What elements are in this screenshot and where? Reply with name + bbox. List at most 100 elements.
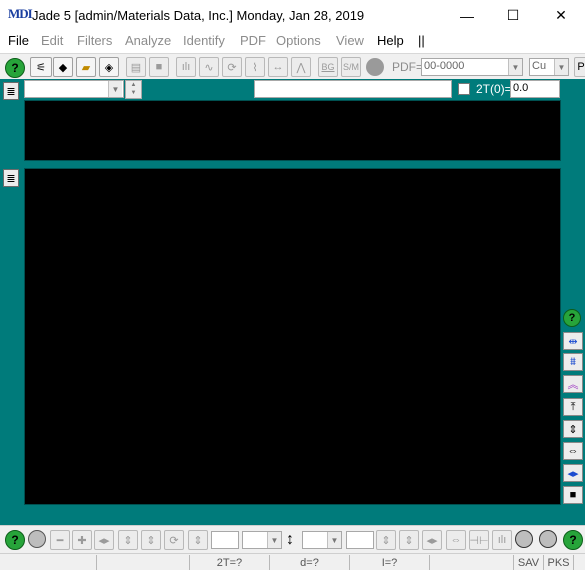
bars-button[interactable]: ılı bbox=[492, 530, 512, 550]
background-button[interactable]: BG bbox=[318, 57, 338, 77]
up-down-button[interactable]: ⇕ bbox=[118, 530, 138, 550]
help-icon: ? bbox=[5, 58, 25, 78]
minus-icon: ━ bbox=[56, 534, 64, 547]
scan-icon: ⚟ bbox=[36, 61, 46, 74]
menu-edit[interactable]: Edit bbox=[41, 33, 63, 48]
open-file-button[interactable]: ▰ bbox=[76, 57, 96, 77]
peaks-button[interactable]: ⋀ bbox=[291, 57, 311, 77]
stop-square-icon: ■ bbox=[155, 61, 163, 73]
peak-bars-button[interactable]: ılı bbox=[176, 57, 196, 77]
expand-arrows-icon: ◂▸ bbox=[567, 467, 579, 480]
right-help-button[interactable]: ? bbox=[563, 309, 583, 329]
info-text-field[interactable] bbox=[254, 80, 452, 98]
help-button[interactable]: ? bbox=[5, 58, 25, 78]
target-button-2[interactable] bbox=[515, 530, 533, 548]
disc-button[interactable] bbox=[366, 58, 384, 76]
pattern-dropdown-arrow-icon[interactable]: ▼ bbox=[108, 81, 122, 97]
baseline-button[interactable]: ⩩ bbox=[563, 353, 583, 371]
grip-icon: ≣ bbox=[6, 85, 16, 98]
radiation-dropdown-arrow-icon[interactable]: ▼ bbox=[554, 59, 568, 75]
status-bar: 2T=? d=? I=? SAV PKS bbox=[0, 553, 585, 570]
eraser-button[interactable]: ◈ bbox=[99, 57, 119, 77]
target-button[interactable] bbox=[28, 530, 46, 548]
move-down-button[interactable]: ⇕ bbox=[399, 530, 419, 550]
main-plot-pane[interactable] bbox=[24, 168, 561, 505]
print-button[interactable]: ▤ bbox=[126, 57, 146, 77]
smooth-button[interactable]: S/M bbox=[341, 57, 361, 77]
menu-separator: || bbox=[418, 33, 425, 48]
pdf-dropdown-arrow-icon[interactable]: ▼ bbox=[508, 59, 522, 75]
menu-identify[interactable]: Identify bbox=[183, 33, 225, 48]
bottom-help-button[interactable]: ? bbox=[5, 530, 25, 550]
status-intensity: I=? bbox=[350, 555, 430, 570]
upper-pane-grip[interactable]: ≣ bbox=[3, 82, 19, 100]
twotheta-zero-field[interactable]: 0.0 bbox=[510, 80, 560, 98]
expand-horizontal-icon: ↔ bbox=[272, 61, 284, 73]
sm-label: S/M bbox=[342, 62, 359, 72]
status-pks: PKS bbox=[544, 555, 574, 570]
step-button[interactable]: ⇕ bbox=[141, 530, 161, 550]
expand-button[interactable]: ↔ bbox=[268, 57, 288, 77]
compress-horizontal-icon: ⇹ bbox=[568, 335, 578, 348]
shift-button[interactable]: ⇕ bbox=[188, 530, 208, 550]
peak-wave-button[interactable]: ∿ bbox=[199, 57, 219, 77]
main-toolbar: ? ⚟ ◆ ▰ ◈ ▤ ■ ılı ∿ ⟳ ⌇ ↔ ⋀ BG S/M PDF= … bbox=[0, 53, 585, 79]
noise-button[interactable]: ⌇ bbox=[245, 57, 265, 77]
bottom-dropdown-1-arrow-icon[interactable]: ▼ bbox=[267, 532, 281, 548]
cycle-button[interactable]: ⟳ bbox=[222, 57, 242, 77]
menu-pdf[interactable]: PDF bbox=[240, 33, 266, 48]
scan-button[interactable]: ⚟ bbox=[30, 57, 52, 77]
pattern-spinner[interactable]: ▲ ▼ bbox=[125, 80, 142, 99]
menu-filters[interactable]: Filters bbox=[77, 33, 112, 48]
scroll-up-fast-button[interactable]: ︽ bbox=[563, 375, 583, 393]
menu-file[interactable]: File bbox=[8, 33, 29, 48]
disc-button-2[interactable] bbox=[539, 530, 557, 548]
expand-range-button[interactable]: ◂▸ bbox=[563, 464, 583, 482]
minus-button[interactable]: ━ bbox=[50, 530, 70, 550]
overview-plot-pane[interactable] bbox=[24, 100, 561, 161]
status-d-spacing: d=? bbox=[270, 555, 350, 570]
bottom-dropdown-2-arrow-icon[interactable]: ▼ bbox=[327, 532, 341, 548]
bar-pattern-icon: ılı bbox=[181, 61, 191, 73]
twotheta-zero-checkbox[interactable] bbox=[458, 83, 470, 95]
left-right-button[interactable]: ◂▸ bbox=[94, 530, 114, 550]
menu-view[interactable]: View bbox=[336, 33, 364, 48]
up-down-button[interactable]: ◆ bbox=[53, 57, 73, 77]
left-right-icon: ◂▸ bbox=[98, 534, 110, 547]
vertical-scale-button[interactable]: ⇕ bbox=[563, 420, 583, 438]
refresh-button[interactable]: ⟳ bbox=[164, 530, 184, 550]
refresh-icon: ⟳ bbox=[169, 534, 179, 547]
p-button-label: P bbox=[577, 61, 585, 73]
up-down-arrow-icon: ◆ bbox=[58, 61, 68, 74]
stop-button[interactable]: ■ bbox=[149, 57, 169, 77]
menu-options[interactable]: Options bbox=[276, 33, 321, 48]
minimize-button[interactable]: — bbox=[444, 0, 490, 31]
peaks-icon: ⋀ bbox=[296, 61, 306, 74]
bar-pattern-icon: ılı bbox=[497, 534, 507, 546]
plus-button[interactable]: ✚ bbox=[72, 530, 92, 550]
zoom-in-horizontal-button[interactable]: ⇹ bbox=[563, 332, 583, 350]
marker-button[interactable]: ⊣⊢ bbox=[469, 530, 489, 550]
p-button[interactable]: P bbox=[574, 57, 585, 77]
bottom-value-field[interactable] bbox=[211, 531, 239, 549]
bottom-value-field-2[interactable] bbox=[346, 531, 374, 549]
close-button[interactable]: ✕ bbox=[538, 0, 584, 31]
bottom-help-button-2[interactable]: ? bbox=[563, 530, 583, 550]
lower-pane-grip[interactable]: ≣ bbox=[3, 169, 19, 187]
full-view-button[interactable]: ■ bbox=[563, 486, 583, 504]
top-button[interactable]: ⤒ bbox=[563, 398, 583, 416]
main-workspace: ≣ ▼ ▲ ▼ 2T(0)= 0.0 ≣ ? ⇹ ⩩ ︽ ⤒ ⇕ ⇔ ◂▸ ■ bbox=[0, 79, 585, 525]
pdf-number-value: 00-0000 bbox=[424, 60, 465, 72]
move-up-button[interactable]: ⇕ bbox=[376, 530, 396, 550]
menu-help[interactable]: Help bbox=[377, 33, 404, 48]
move-left-button[interactable]: ◂▸ bbox=[422, 530, 442, 550]
wave-pattern-icon: ∿ bbox=[204, 61, 214, 74]
horizontal-scale-button[interactable]: ⇔ bbox=[563, 442, 583, 460]
help-icon: ? bbox=[5, 530, 25, 550]
maximize-button[interactable]: ☐ bbox=[490, 0, 536, 31]
help-icon: ? bbox=[563, 309, 581, 327]
status-cell-blank-3 bbox=[430, 555, 514, 570]
shift-icon: ⇕ bbox=[193, 534, 203, 547]
expand-button[interactable]: ⇔ bbox=[446, 530, 466, 550]
menu-analyze[interactable]: Analyze bbox=[125, 33, 171, 48]
